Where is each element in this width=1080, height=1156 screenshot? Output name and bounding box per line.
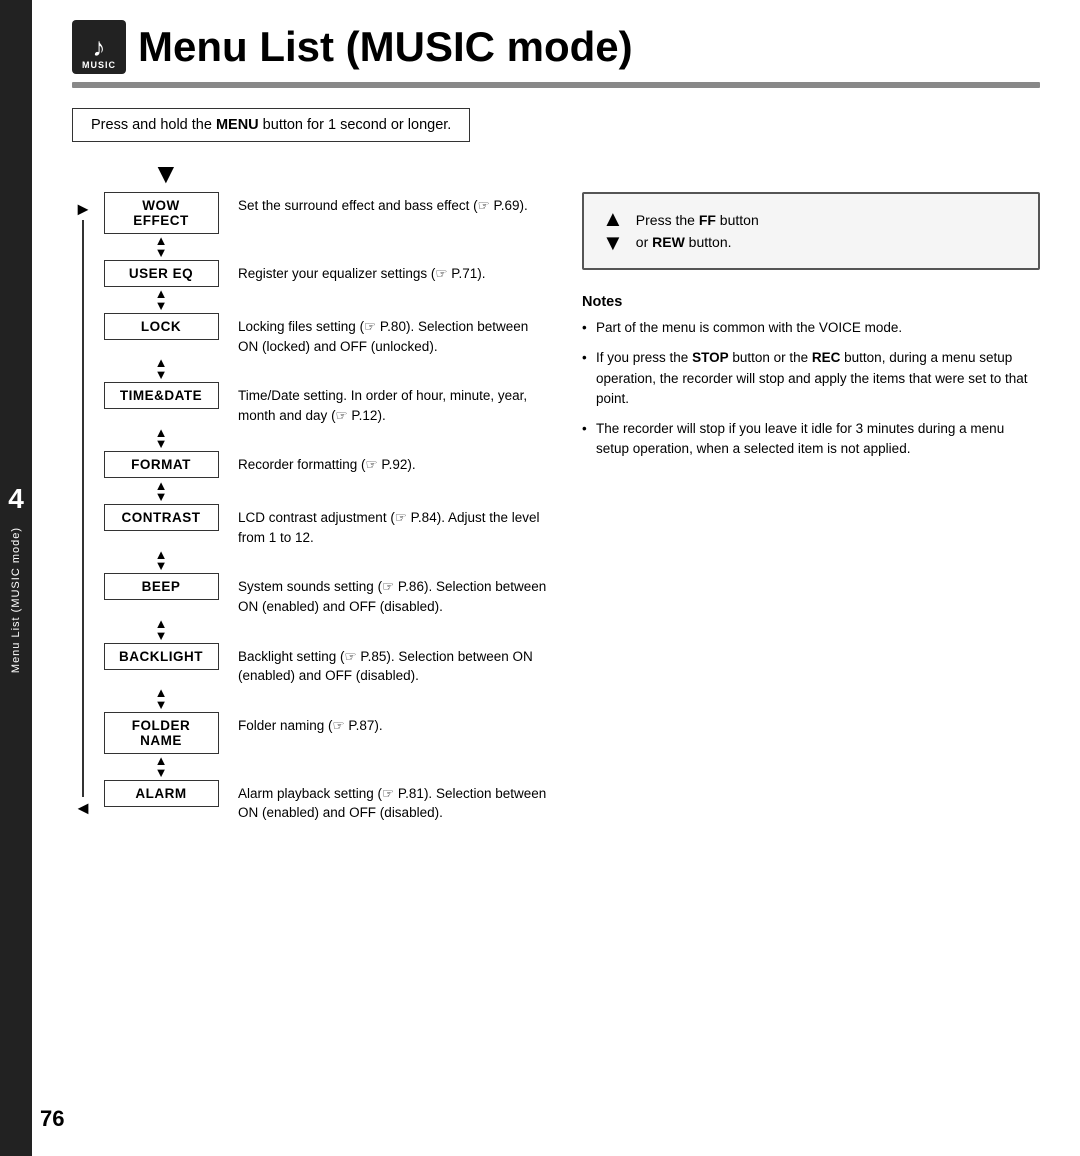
header-divider [72, 82, 1040, 88]
connector-0: ▲ ▼ [96, 234, 552, 260]
flow-desc-lock: Locking files setting (☞ P.80). Selectio… [226, 313, 552, 356]
connector-5: ▲ ▼ [96, 547, 552, 573]
intro-box: Press and hold the MENU button for 1 sec… [72, 108, 470, 142]
flow-row-wow-effect: WOW EFFECT Set the surround effect and b… [96, 192, 552, 234]
flow-row-format: FORMAT Recorder formatting (☞ P.92). [96, 451, 552, 478]
flow-desc-backlight: Backlight setting (☞ P.85). Selection be… [226, 643, 552, 686]
note-2-rec-bold: REC [812, 350, 841, 365]
down-arrow-icon: ▼ [602, 232, 624, 254]
down-arrow-icon: ▼ [155, 300, 168, 312]
connector-8: ▲ ▼ [96, 754, 552, 780]
note-2-prefix: If you press the [596, 350, 692, 365]
flow-row-alarm: ALARM Alarm playback setting (☞ P.81). S… [96, 780, 552, 823]
flow-box-timedate: TIME&DATE [104, 382, 219, 409]
ff-rew-text: Press the FF button or REW button. [636, 209, 759, 254]
ff-rew-box: ▲ ▼ Press the FF button or REW button. [582, 192, 1040, 270]
music-icon-label: MUSIC [72, 60, 126, 70]
flow-box-folder-name: FOLDER NAME [104, 712, 219, 754]
music-note-icon: ♪ [93, 32, 106, 63]
main-content: ♪ MUSIC Menu List (MUSIC mode) Press and… [32, 0, 1080, 1156]
note-2-stop-bold: STOP [692, 350, 729, 365]
flow-desc-alarm: Alarm playback setting (☞ P.81). Selecti… [226, 780, 552, 823]
sidebar: 4 Menu List (MUSIC mode) [0, 0, 32, 1156]
connector-2: ▲ ▼ [96, 356, 552, 382]
connector-1: ▲ ▼ [96, 287, 552, 313]
down-arrow-icon: ▼ [155, 630, 168, 642]
menu-bold: MENU [216, 117, 259, 133]
ff-label: FF [699, 212, 716, 228]
music-icon: ♪ MUSIC [72, 20, 126, 74]
sidebar-label: Menu List (MUSIC mode) [10, 527, 22, 673]
connector-6: ▲ ▼ [96, 617, 552, 643]
notes-list: Part of the menu is common with the VOIC… [582, 318, 1040, 460]
flow-desc-contrast: LCD contrast adjustment (☞ P.84). Adjust… [226, 504, 552, 547]
flow-row-user-eq: USER EQ Register your equalizer settings… [96, 260, 552, 287]
note-item-2: If you press the STOP button or the REC … [582, 348, 1040, 409]
note-2-mid: button or the [729, 350, 812, 365]
flow-box-format: FORMAT [104, 451, 219, 478]
note-item-1: Part of the menu is common with the VOIC… [582, 318, 1040, 338]
down-arrow-icon: ▼ [155, 560, 168, 572]
down-arrow-icon: ▼ [155, 699, 168, 711]
connector-3: ▲ ▼ [96, 425, 552, 451]
page-container: 4 Menu List (MUSIC mode) ♪ MUSIC Menu Li… [0, 0, 1080, 1156]
ff-rew-prefix: Press the [636, 212, 699, 228]
down-arrow-icon: ▼ [155, 491, 168, 503]
down-arrow-icon: ▼ [155, 369, 168, 381]
down-arrow-icon: ▼ [152, 160, 180, 188]
connector-7: ▲ ▼ [96, 686, 552, 712]
connector-4: ▲ ▼ [96, 478, 552, 504]
page-number: 76 [40, 1106, 64, 1132]
page-title: Menu List (MUSIC mode) [138, 23, 633, 71]
notes-section: Notes Part of the menu is common with th… [582, 294, 1040, 460]
flow-box-backlight: BACKLIGHT [104, 643, 219, 670]
flow-desc-user-eq: Register your equalizer settings (☞ P.71… [226, 260, 552, 284]
flow-desc-wow-effect: Set the surround effect and bass effect … [226, 192, 552, 216]
down-arrow-icon: ▼ [155, 767, 168, 779]
flow-row-folder-name: FOLDER NAME Folder naming (☞ P.87). [96, 712, 552, 754]
flow-items-container: WOW EFFECT Set the surround effect and b… [96, 192, 552, 823]
ff-rew-or: or [636, 234, 652, 250]
body-layout: ► ◄ WOW EFFECT Set the surround effect a… [72, 192, 1040, 823]
right-arrow-bottom: ◄ [74, 799, 92, 817]
flow-box-contrast: CONTRAST [104, 504, 219, 531]
flow-desc-format: Recorder formatting (☞ P.92). [226, 451, 552, 475]
note-item-3: The recorder will stop if you leave it i… [582, 419, 1040, 460]
page-header: ♪ MUSIC Menu List (MUSIC mode) [72, 20, 1040, 74]
ff-rew-mid2: button. [685, 234, 732, 250]
intro-text-suffix: button for 1 second or longer. [259, 117, 452, 133]
down-arrow-icon: ▼ [155, 247, 168, 259]
intro-down-arrow: ▼ [152, 160, 1040, 188]
down-arrow-icon: ▼ [155, 438, 168, 450]
flow-box-beep: BEEP [104, 573, 219, 600]
note-3-text: The recorder will stop if you leave it i… [596, 421, 1004, 456]
flow-box-alarm: ALARM [104, 780, 219, 807]
flow-row-contrast: CONTRAST LCD contrast adjustment (☞ P.84… [96, 504, 552, 547]
flow-row-timedate: TIME&DATE Time/Date setting. In order of… [96, 382, 552, 425]
ff-rew-arrows-icon: ▲ ▼ [602, 208, 624, 254]
intro-text-prefix: Press and hold the [91, 117, 216, 133]
rew-label: REW [652, 234, 685, 250]
sidebar-number: 4 [8, 483, 24, 515]
right-area: ▲ ▼ Press the FF button or REW button. N… [582, 192, 1040, 823]
flowchart-area: ► ◄ WOW EFFECT Set the surround effect a… [72, 192, 552, 823]
flow-row-beep: BEEP System sounds setting (☞ P.86). Sel… [96, 573, 552, 616]
flow-desc-timedate: Time/Date setting. In order of hour, min… [226, 382, 552, 425]
notes-title: Notes [582, 294, 1040, 310]
up-arrow-icon: ▲ [602, 208, 624, 230]
loop-side-bar: ► ◄ [72, 192, 94, 823]
ff-rew-mid1: button [716, 212, 759, 228]
flow-row-backlight: BACKLIGHT Backlight setting (☞ P.85). Se… [96, 643, 552, 686]
flow-desc-folder-name: Folder naming (☞ P.87). [226, 712, 552, 736]
flow-row-lock: LOCK Locking files setting (☞ P.80). Sel… [96, 313, 552, 356]
flow-box-wow-effect: WOW EFFECT [104, 192, 219, 234]
note-1-text: Part of the menu is common with the VOIC… [596, 320, 902, 335]
flow-box-lock: LOCK [104, 313, 219, 340]
flow-box-user-eq: USER EQ [104, 260, 219, 287]
flow-desc-beep: System sounds setting (☞ P.86). Selectio… [226, 573, 552, 616]
right-arrow-top: ► [74, 200, 92, 218]
